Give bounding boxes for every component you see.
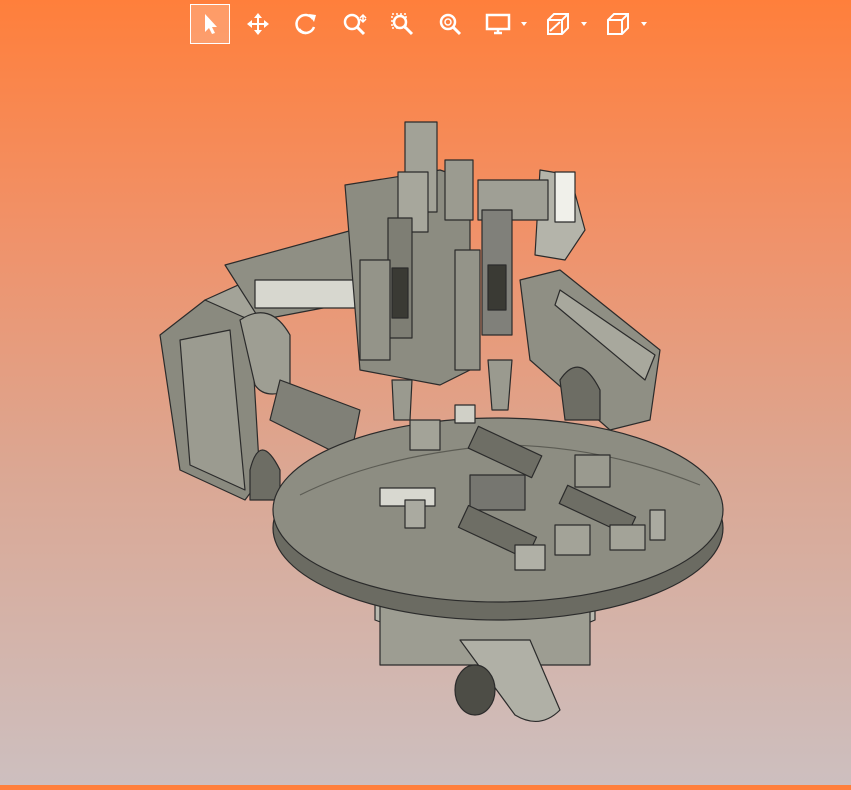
cad-model[interactable]: [0, 0, 851, 785]
move-arrows-icon: [247, 13, 269, 35]
section-view-dropdown[interactable]: [538, 4, 590, 44]
dispensing-heads: [344, 121, 513, 421]
select-tool-button[interactable]: [190, 4, 230, 44]
rotate-icon: [295, 13, 316, 35]
zoom-fit-button[interactable]: [430, 4, 470, 44]
3d-viewport[interactable]: [0, 0, 851, 785]
zoom-window-icon: [391, 13, 414, 36]
view-toolbar: [190, 2, 658, 46]
rotary-table: [272, 417, 724, 722]
zoom-fit-icon: [439, 13, 462, 36]
chevron-down-icon: [641, 22, 647, 26]
monitor-icon: [485, 13, 511, 35]
rotate-tool-button[interactable]: [286, 4, 326, 44]
display-mode-dropdown[interactable]: [478, 4, 530, 44]
standard-views-dropdown[interactable]: [598, 4, 650, 44]
chevron-down-icon: [581, 22, 587, 26]
pan-tool-button[interactable]: [238, 4, 278, 44]
chevron-down-icon: [521, 22, 527, 26]
zoom-tool-button[interactable]: [334, 4, 374, 44]
zoom-icon: [343, 13, 367, 36]
cube-view-icon: [607, 13, 629, 35]
zoom-area-button[interactable]: [382, 4, 422, 44]
cursor-arrow-icon: [205, 14, 217, 34]
section-view-icon: [547, 13, 569, 35]
